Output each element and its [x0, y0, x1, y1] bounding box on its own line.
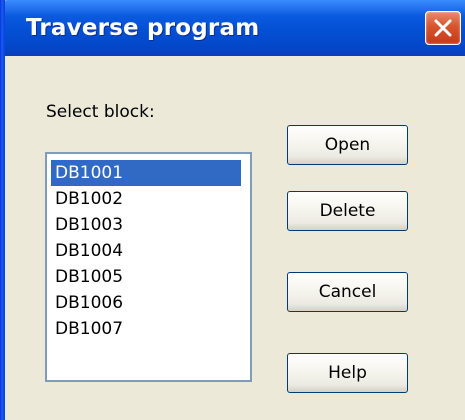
window-title: Traverse program — [26, 15, 260, 41]
window-frame-left — [0, 0, 5, 420]
list-item-db1004[interactable]: DB1004 — [51, 238, 241, 264]
cancel-button[interactable]: Cancel — [287, 272, 408, 312]
help-button[interactable]: Help — [287, 353, 408, 393]
open-button[interactable]: Open — [287, 125, 408, 165]
list-item-db1003[interactable]: DB1003 — [51, 212, 241, 238]
list-item-db1007[interactable]: DB1007 — [51, 316, 241, 342]
title-bar[interactable]: Traverse program — [0, 0, 465, 56]
close-button[interactable] — [425, 11, 461, 45]
list-item-db1002[interactable]: DB1002 — [51, 186, 241, 212]
dialog-window: Traverse program Select block: DB1001 DB… — [0, 0, 465, 420]
list-item-db1005[interactable]: DB1005 — [51, 264, 241, 290]
close-icon — [434, 19, 452, 37]
delete-button[interactable]: Delete — [287, 191, 408, 231]
select-block-label: Select block: — [46, 102, 155, 122]
list-item-db1001[interactable]: DB1001 — [51, 160, 241, 186]
block-listbox[interactable]: DB1001 DB1002 DB1003 DB1004 DB1005 DB100… — [45, 152, 252, 382]
list-item-db1006[interactable]: DB1006 — [51, 290, 241, 316]
